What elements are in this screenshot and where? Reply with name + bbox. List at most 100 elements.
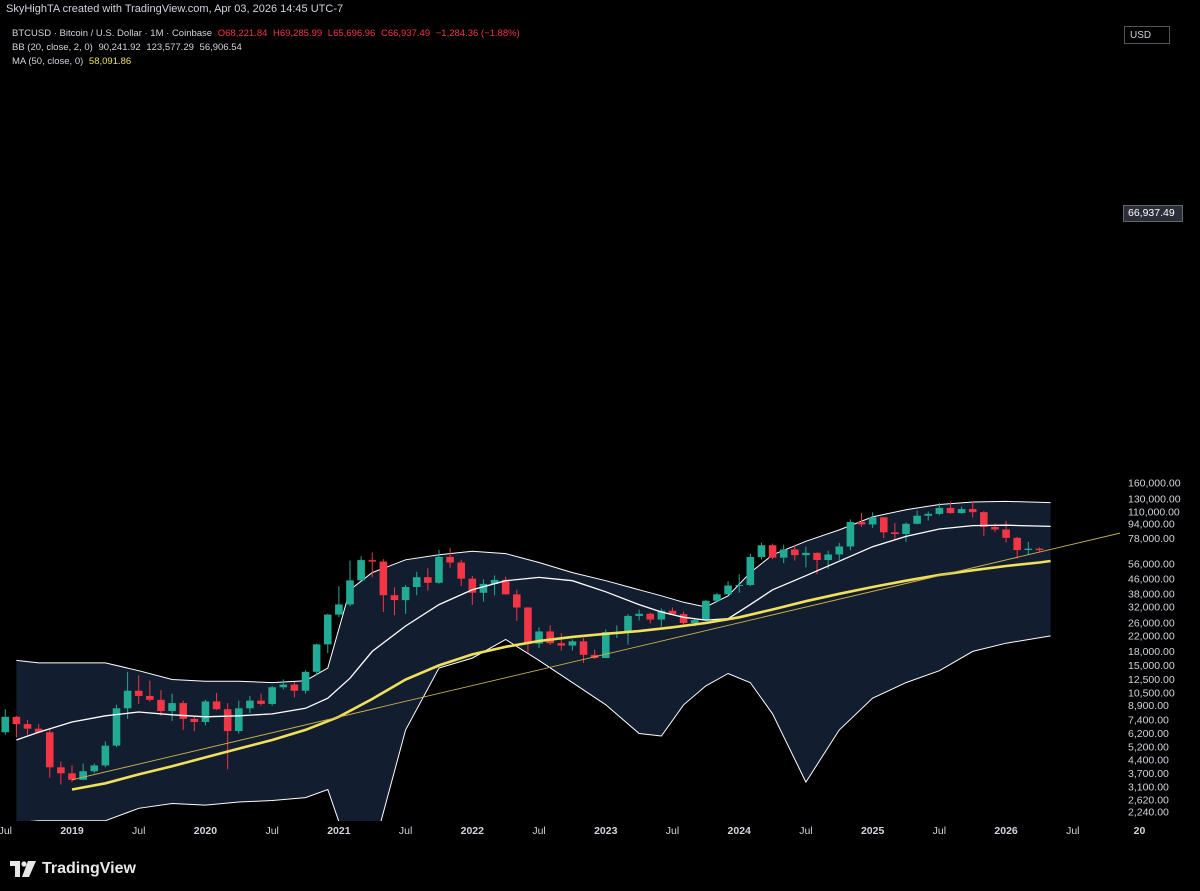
candle-body — [223, 709, 232, 732]
candle-body — [1024, 548, 1033, 551]
candle-body — [301, 671, 310, 691]
candle-body — [79, 771, 87, 780]
footer — [0, 850, 1200, 891]
time-tick-label: Jul — [532, 825, 545, 837]
candle-body — [846, 521, 855, 547]
candle — [768, 543, 777, 560]
price-tick-label: 94,000.00 — [1128, 518, 1175, 530]
candle-body — [212, 701, 221, 710]
price-tick-label: 78,000.00 — [1128, 533, 1175, 545]
tradingview-logo[interactable]: TradingView — [10, 858, 136, 880]
time-tick-label: Jul — [265, 825, 278, 837]
candle-body — [57, 767, 65, 774]
price-tick-label: 10,500.00 — [1128, 687, 1175, 699]
candle — [702, 600, 710, 622]
candle-body — [45, 732, 54, 768]
trend-line[interactable] — [71, 523, 1162, 781]
candle — [357, 556, 365, 581]
candle-body — [935, 507, 944, 514]
candle-body — [235, 708, 243, 732]
candle-body — [768, 545, 777, 558]
high-value: H69,285.99 — [273, 28, 323, 39]
candle-body — [557, 643, 566, 646]
bollinger-label: BB (20, close, 2, 0) — [12, 42, 93, 53]
time-tick-label: 2024 — [728, 825, 752, 837]
candle-body — [268, 687, 276, 704]
candle-body — [524, 607, 532, 644]
candle-body — [868, 517, 877, 525]
time-tick-label: 2020 — [194, 825, 218, 837]
candle-body — [735, 584, 743, 586]
time-tick-label: 20 — [1134, 825, 1146, 837]
ma-value: 58,091.86 — [88, 56, 132, 67]
candle-body — [946, 507, 955, 514]
candle-body — [12, 716, 21, 725]
candle-body — [702, 600, 710, 621]
price-tick-label: 3,700.00 — [1128, 768, 1169, 780]
price-tick-label: 2,240.00 — [1128, 807, 1169, 819]
time-tick-label: Jul — [399, 825, 412, 837]
candle-body — [390, 595, 399, 601]
candle — [268, 685, 276, 706]
time-axis[interactable]: Jul 2019 Jul 2020 Jul 2021 Jul 2022 Jul 2023 Jul 20… — [0, 825, 1146, 837]
symbol-name: BTCUSD · Bitcoin / U.S. Dollar · 1M · Co… — [12, 28, 213, 39]
candle-body — [290, 684, 299, 691]
bollinger-lower-value: 56,906.54 — [199, 42, 242, 53]
price-chart[interactable]: Jul 2019 Jul 2020 Jul 2021 Jul 2022 Jul 2023 Jul 20… — [0, 0, 1200, 891]
candle — [201, 699, 210, 726]
candle-body — [357, 560, 365, 581]
candle-body — [924, 513, 933, 516]
bollinger-band-fill — [16, 501, 1051, 821]
candle-body — [134, 690, 143, 696]
price-tick-label: 110,000.00 — [1128, 506, 1180, 518]
price-tick-label: 18,000.00 — [1128, 646, 1175, 658]
price-tick-label: 12,500.00 — [1128, 674, 1175, 686]
candle-body — [757, 545, 766, 558]
candle-body — [479, 583, 488, 593]
time-tick-label: 2025 — [861, 825, 885, 837]
bollinger-legend[interactable]: BB (20, close, 2, 0) 90,241.92 123,577.2… — [12, 42, 245, 53]
candle-body — [368, 560, 377, 562]
low-value: L65,696.96 — [327, 28, 376, 39]
price-axis-labels: 2,240.002,620.003,100.003,700.00 4,400.00… — [1128, 477, 1181, 818]
time-tick-label: Jul — [666, 825, 679, 837]
ma-legend[interactable]: MA (50, close, 0) 58,091.86 — [12, 56, 134, 67]
candle-body — [157, 699, 165, 712]
time-tick-label: Jul — [799, 825, 812, 837]
candle-body — [201, 701, 210, 722]
candle-body — [90, 765, 99, 772]
candle — [346, 560, 354, 607]
candle-body — [679, 614, 688, 624]
symbol-legend[interactable]: BTCUSD · Bitcoin / U.S. Dollar · 1M · Co… — [12, 28, 523, 39]
time-tick-label: Jul — [0, 825, 12, 837]
candle-body — [879, 517, 888, 533]
candle-body — [913, 515, 921, 524]
open-value: O68,221.84 — [217, 28, 268, 39]
candle — [1, 709, 10, 735]
time-tick-label: 2021 — [327, 825, 351, 837]
candle-body — [646, 613, 655, 620]
candle-body — [791, 549, 799, 556]
candle — [323, 613, 332, 654]
candle-body — [123, 690, 132, 709]
candle-body — [257, 700, 265, 704]
candle — [724, 581, 732, 595]
close-value: C66,937.49 — [380, 28, 431, 39]
candle-body — [824, 554, 832, 560]
tradingview-brand: TradingView — [42, 860, 136, 877]
price-tick-label: 3,100.00 — [1128, 781, 1169, 793]
candle — [335, 586, 343, 618]
time-tick-label: 2022 — [461, 825, 485, 837]
price-tick-label: 38,000.00 — [1128, 588, 1175, 600]
time-tick-label: 2026 — [994, 825, 1018, 837]
candle-body — [168, 703, 176, 712]
candle-body — [1013, 537, 1021, 551]
candle-body — [546, 631, 554, 644]
candle-body — [446, 556, 454, 563]
candle-body — [401, 586, 410, 601]
ma-label: MA (50, close, 0) — [12, 56, 84, 67]
candle-body — [346, 580, 354, 605]
price-tick-label: 8,900.00 — [1128, 700, 1169, 712]
candle — [112, 704, 121, 748]
currency-selector[interactable]: USD — [1124, 26, 1170, 44]
